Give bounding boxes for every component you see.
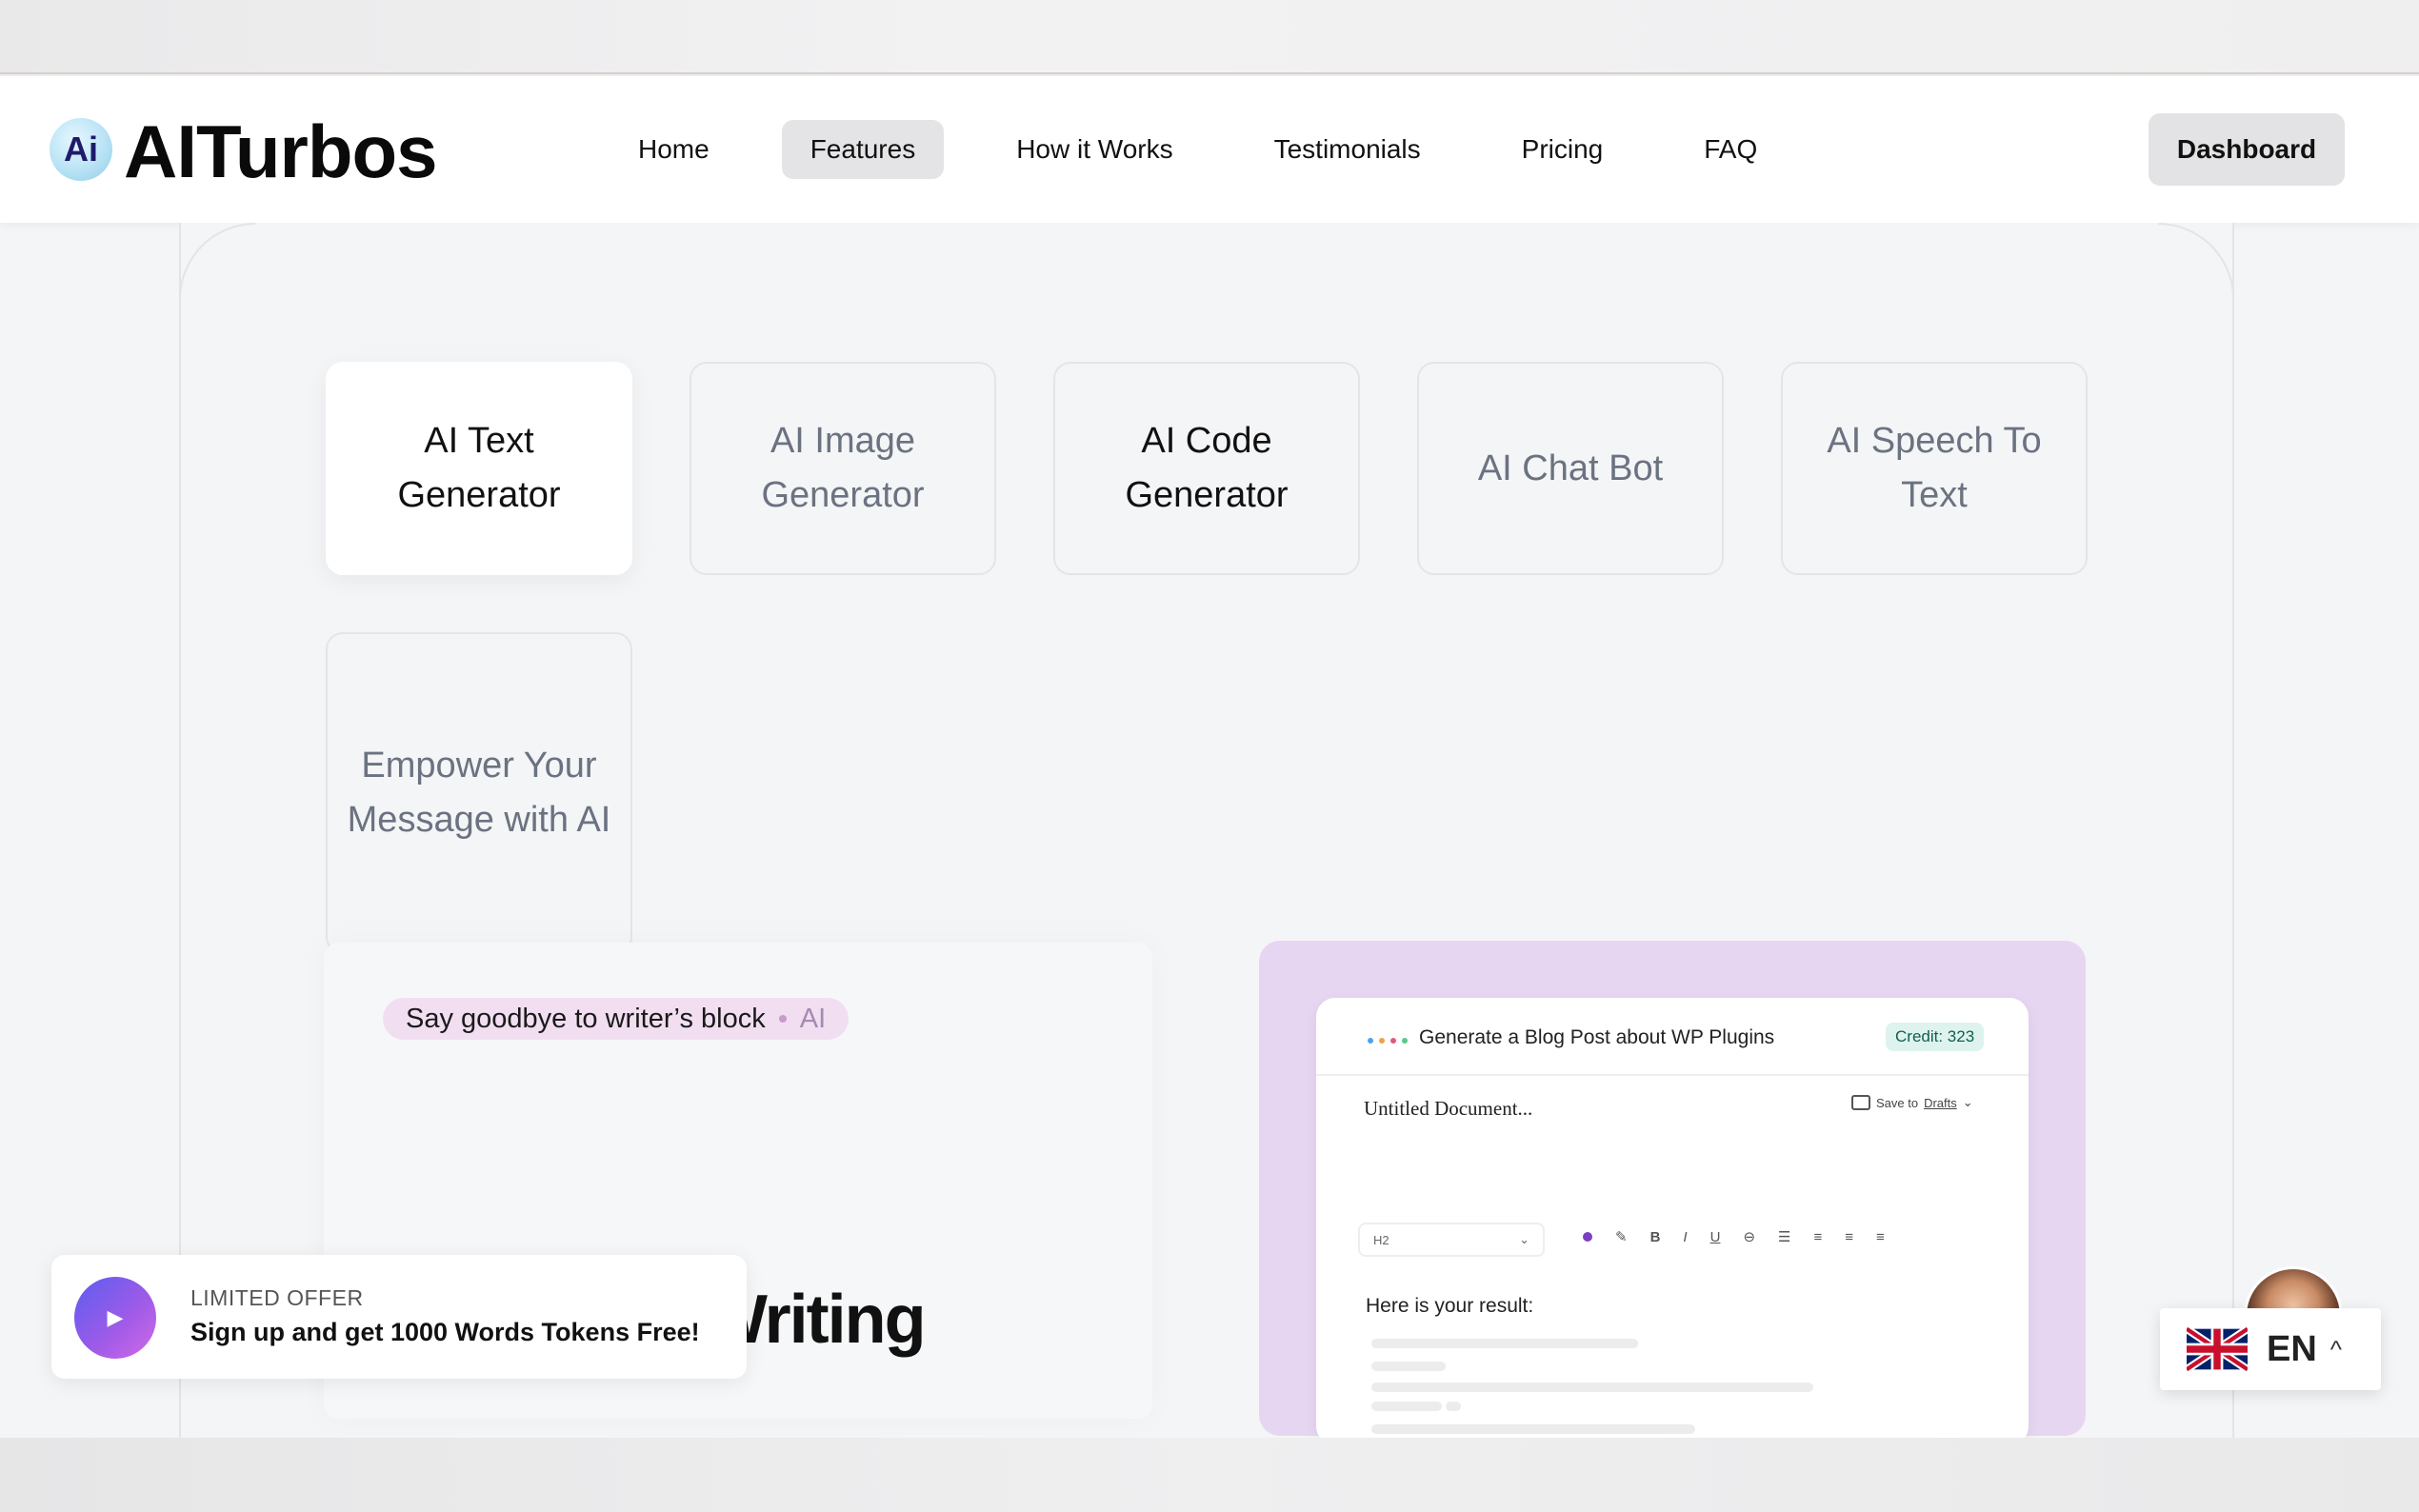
pill-dot (778, 1015, 787, 1023)
nav-item-testimonials[interactable]: Testimonials (1246, 120, 1449, 179)
dashboard-button[interactable]: Dashboard (2149, 113, 2345, 186)
skeleton-line (1371, 1339, 1638, 1348)
align-left-icon[interactable]: ≡ (1813, 1229, 1822, 1245)
editor-preview (1316, 998, 2029, 1445)
document-title: Untitled Document... (1364, 1097, 1533, 1120)
save-to-drafts[interactable]: Save to Drafts ⌄ (1851, 1095, 1973, 1110)
underline-button[interactable]: U (1710, 1229, 1721, 1245)
tagline-tag: AI (799, 1003, 827, 1034)
browser-bottom-strip (0, 1438, 2419, 1512)
logo-badge[interactable]: Ai (50, 118, 112, 181)
list-icon[interactable]: ☰ (1778, 1228, 1790, 1245)
nav-item-home[interactable]: Home (610, 120, 738, 179)
feature-tile-ai-speech-to-text[interactable]: AI Speech To Text (1781, 362, 2088, 575)
nav-item-pricing[interactable]: Pricing (1493, 120, 1632, 179)
chevron-up-icon: ^ (2329, 1334, 2342, 1363)
feature-tile-ai-text-generator[interactable]: AI Text Generator (326, 362, 632, 575)
tagline-pill: Say goodbye to writer’s block AI (383, 998, 850, 1040)
feature-tile-ai-chat-bot[interactable]: AI Chat Bot (1417, 362, 1724, 575)
skeleton-line (1371, 1402, 1442, 1411)
offer-text: Sign up and get 1000 Words Tokens Free! (190, 1318, 700, 1346)
nav-item-how-it-works[interactable]: How it Works (988, 120, 1201, 179)
save-prefix: Save to (1876, 1095, 1919, 1110)
skeleton-line (1371, 1362, 1446, 1371)
window-dot (1368, 1038, 1373, 1044)
language-switcher[interactable]: EN ^ (2160, 1308, 2381, 1390)
skeleton-line (1371, 1383, 1813, 1392)
heading-select[interactable]: H2 ⌄ (1358, 1223, 1545, 1257)
align-center-icon[interactable]: ≡ (1845, 1229, 1853, 1245)
heading-select-value: H2 (1373, 1232, 1389, 1247)
preview-divider (1316, 1074, 2029, 1076)
chevron-down-icon: ⌄ (1519, 1232, 1529, 1246)
skeleton-line (1446, 1402, 1461, 1411)
feature-tile-ai-code-generator[interactable]: AI Code Generator (1053, 362, 1360, 575)
align-right-icon[interactable]: ≡ (1876, 1229, 1885, 1245)
skeleton-line (1371, 1424, 1695, 1434)
nav-item-features[interactable]: Features (781, 120, 945, 179)
window-dot (1390, 1038, 1396, 1044)
uk-flag-icon (2187, 1327, 2248, 1371)
logo-text[interactable]: AITurbos (124, 109, 438, 195)
play-icon[interactable]: ▶ (74, 1277, 156, 1359)
tagline-text: Say goodbye to writer’s block (406, 1003, 766, 1034)
site-header: Ai AITurbos Home Features How it Works Test… (0, 76, 2419, 223)
feature-tile-ai-image-generator[interactable]: AI Image Generator (690, 362, 996, 575)
pen-icon[interactable]: ✎ (1615, 1228, 1628, 1245)
color-dot-icon[interactable] (1583, 1232, 1592, 1242)
italic-button[interactable]: I (1683, 1229, 1687, 1245)
chevron-down-icon: ⌄ (1962, 1095, 1973, 1109)
language-code: EN (2267, 1328, 2317, 1369)
preview-title: Generate a Blog Post about WP Plugins (1419, 1026, 1775, 1048)
window-dot (1379, 1038, 1385, 1044)
nav-item-faq[interactable]: FAQ (1675, 120, 1786, 179)
link-icon[interactable]: ⊖ (1743, 1228, 1755, 1245)
offer-kicker: LIMITED OFFER (190, 1285, 364, 1310)
credit-badge: Credit: 323 (1886, 1023, 1985, 1051)
window-dot (1402, 1038, 1408, 1044)
save-target: Drafts (1924, 1095, 1957, 1110)
formatting-toolbar: ✎ B I U ⊖ ☰ ≡ ≡ ≡ (1583, 1228, 1885, 1245)
window-dots-icon (1368, 1038, 1408, 1044)
bold-button[interactable]: B (1650, 1229, 1661, 1245)
feature-tile-empower-your-message-with-ai[interactable]: Empower Your Message with AI (326, 632, 632, 954)
browser-top-strip (0, 0, 2419, 74)
main-nav: Home Features How it Works Testimonials Pric… (610, 120, 1829, 179)
folder-icon (1851, 1095, 1870, 1110)
result-label: Here is your result: (1366, 1295, 1534, 1317)
